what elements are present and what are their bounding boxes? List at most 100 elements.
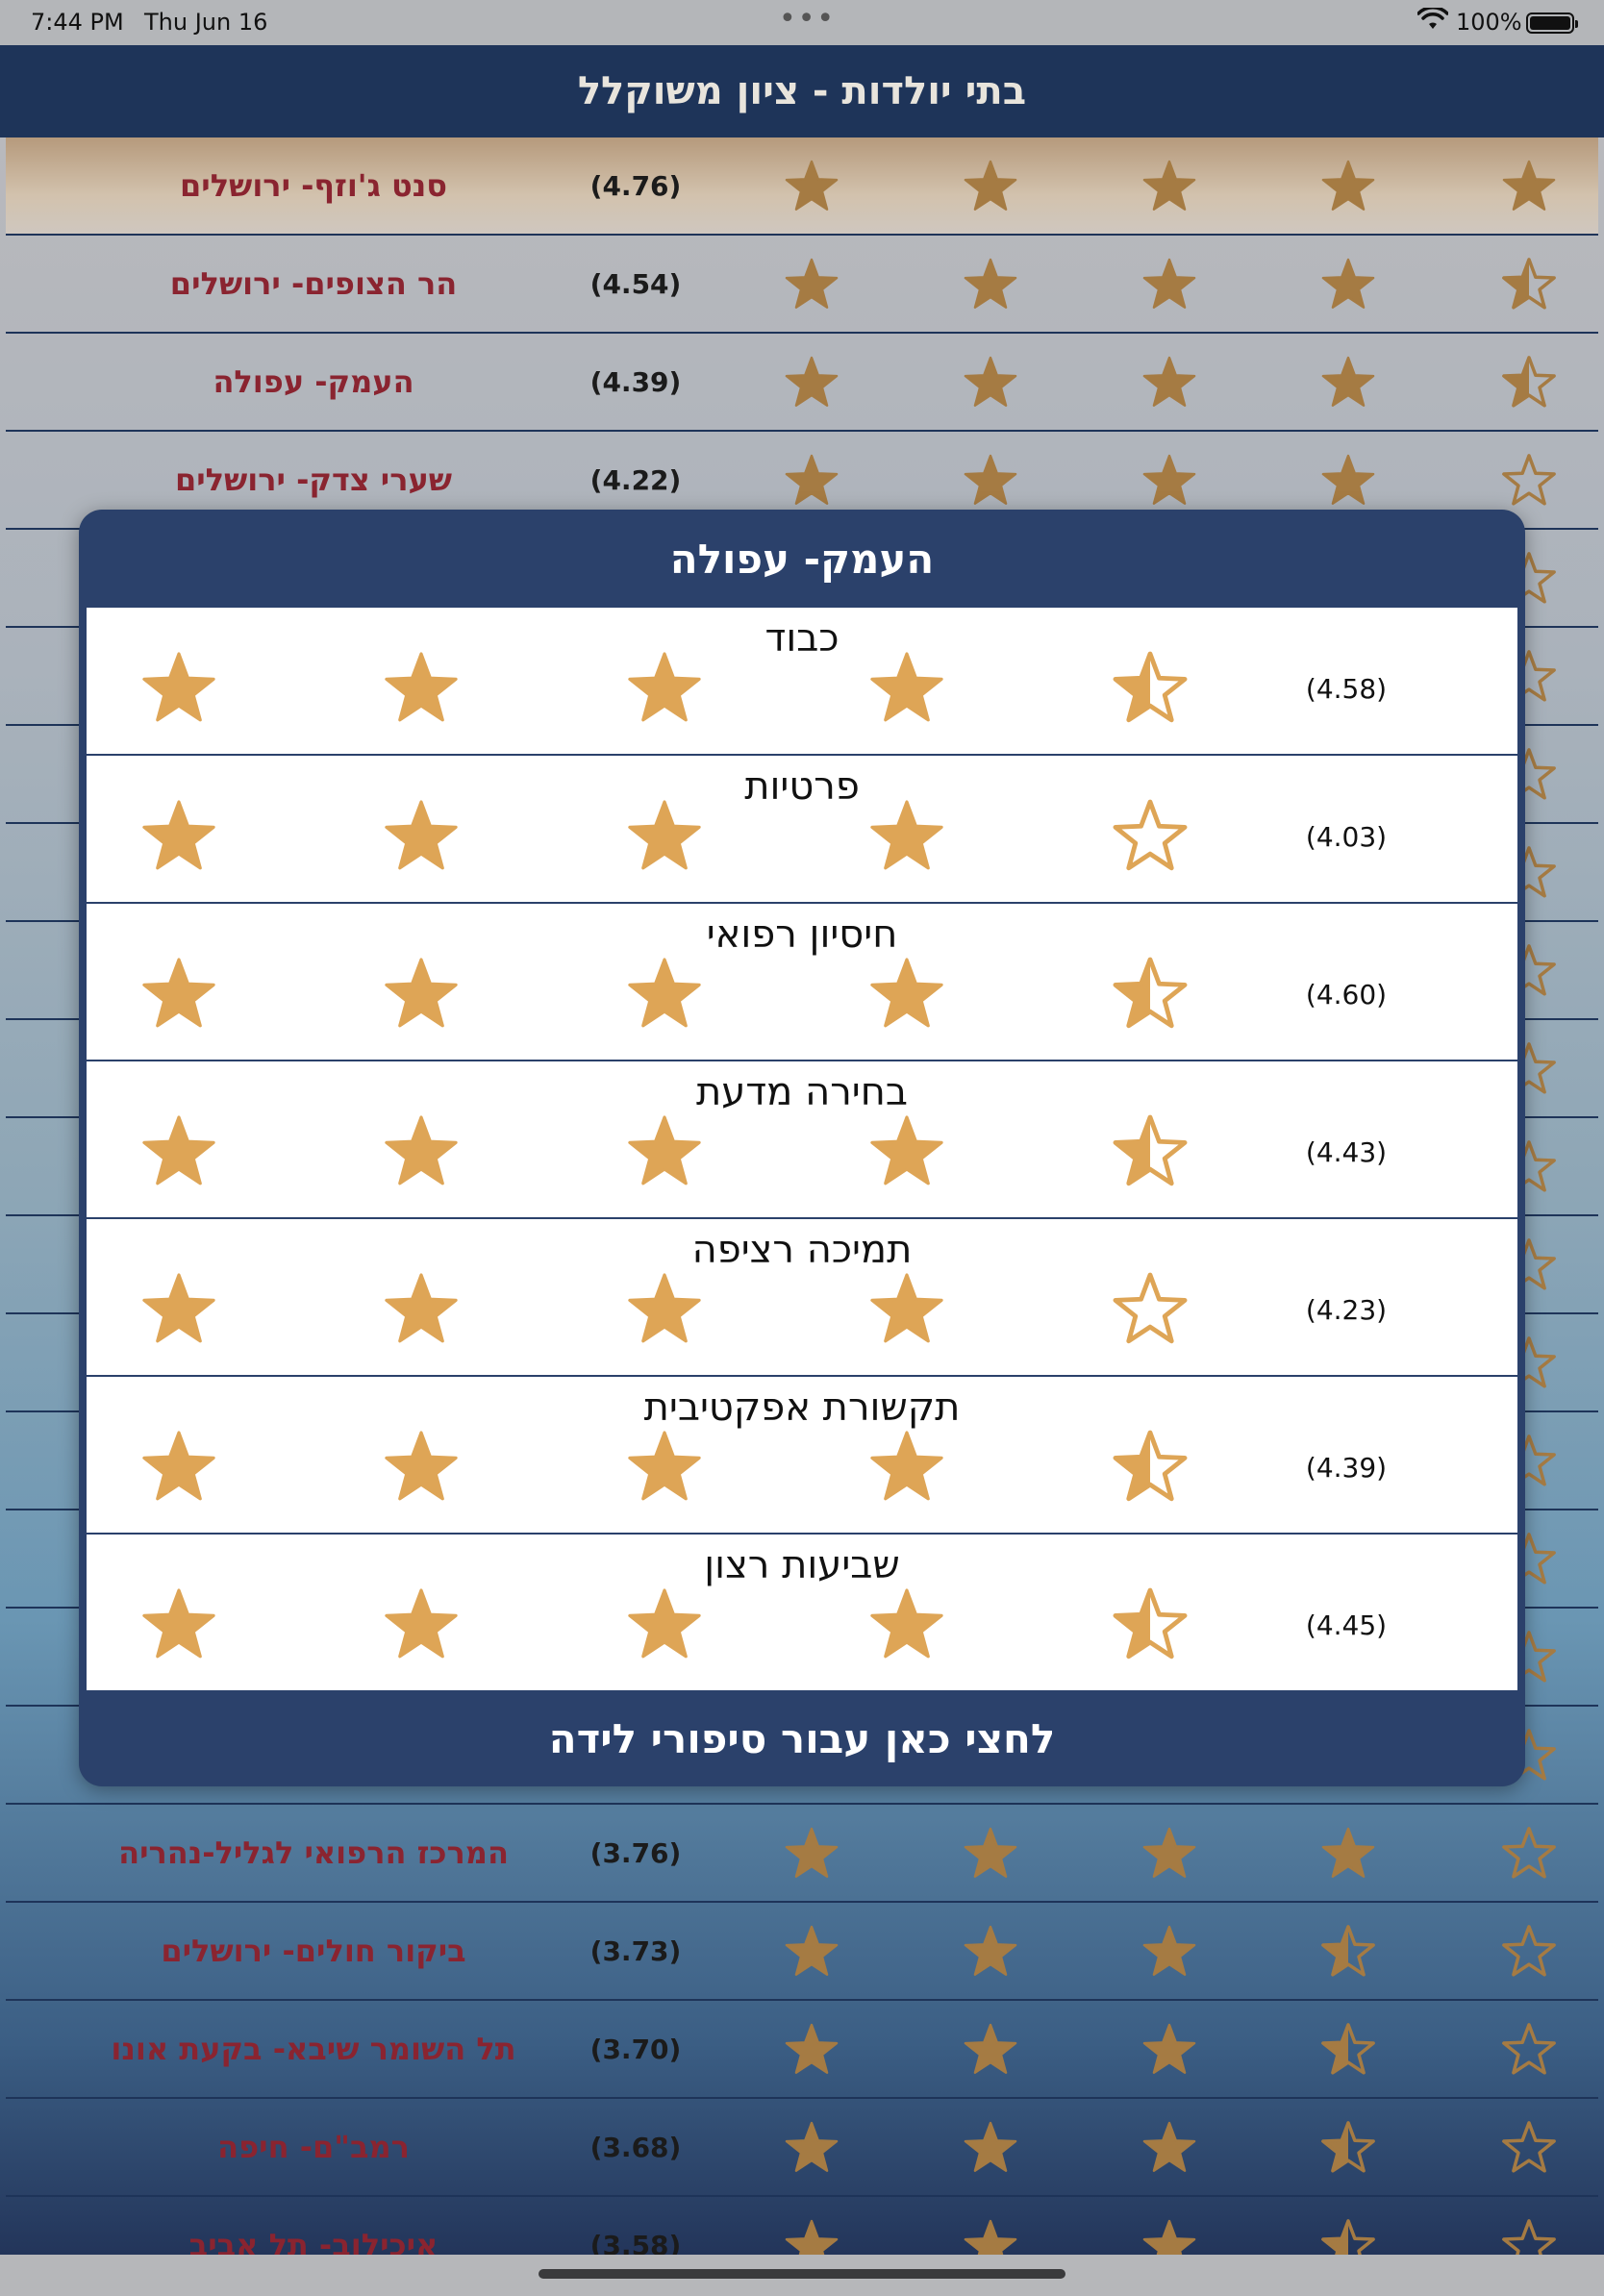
hospital-row[interactable]: (3.73) ביקור חולים- ירושלים [6, 1903, 1598, 2001]
star-filled-icon [1142, 2121, 1196, 2172]
hospital-name[interactable]: ביקור חולים- ירושלים [44, 1903, 583, 1999]
criterion-score: (4.58) [1305, 672, 1388, 705]
hospital-score: (4.76) [589, 169, 682, 202]
star-filled-icon [628, 652, 701, 722]
star-filled-icon [142, 1431, 215, 1501]
status-date: Thu Jun 16 [144, 9, 268, 36]
star-half-icon [1321, 2023, 1375, 2075]
hospital-row[interactable]: (4.76) סנט ג'וזף- ירושלים [6, 137, 1598, 236]
star-filled-icon [1142, 356, 1196, 407]
star-filled-icon [385, 1115, 458, 1185]
hospital-score: (4.39) [589, 365, 682, 398]
criterion-label: חיסיון רפואי [706, 912, 898, 957]
star-filled-icon [1142, 258, 1196, 309]
star-filled-icon [1321, 258, 1375, 309]
star-half-icon [1113, 1587, 1188, 1660]
star-filled-icon [870, 958, 943, 1028]
star-filled-icon [964, 356, 1017, 407]
star-filled-icon [1321, 160, 1375, 211]
star-filled-icon [385, 652, 458, 722]
star-half-icon [1113, 651, 1188, 723]
criterion-row: תקשורת אפקטיבית (4.39) [87, 1377, 1517, 1535]
app-header: בתי יולדות - ציון משוקלל [0, 45, 1604, 137]
star-empty-icon [1502, 1827, 1556, 1879]
star-filled-icon [785, 356, 839, 407]
hospital-name[interactable]: העמק- עפולה [44, 334, 583, 430]
status-bar: 7:44 PM Thu Jun 16 ••• 100% [0, 0, 1604, 45]
hospital-name[interactable]: המרכז הרפואי לגליל-נהריה [44, 1805, 583, 1901]
star-empty-icon [1502, 454, 1556, 506]
star-filled-icon [628, 1588, 701, 1659]
star-filled-icon [870, 1273, 943, 1343]
star-filled-icon [964, 258, 1017, 309]
star-empty-icon [1502, 1925, 1556, 1977]
star-filled-icon [1142, 2023, 1196, 2074]
star-filled-icon [1142, 1827, 1196, 1878]
star-half-icon [1321, 2121, 1375, 2173]
hospital-score: (3.76) [589, 1836, 682, 1869]
star-filled-icon [385, 1273, 458, 1343]
criterion-label: פרטיות [744, 764, 860, 809]
star-filled-icon [142, 1273, 215, 1343]
star-half-icon [1113, 957, 1188, 1029]
star-filled-icon [785, 1827, 839, 1878]
criterion-row: חיסיון רפואי (4.60) [87, 904, 1517, 1061]
star-filled-icon [785, 1925, 839, 1976]
hospital-score: (4.54) [589, 267, 682, 300]
star-filled-icon [385, 800, 458, 870]
star-filled-icon [142, 800, 215, 870]
criterion-score: (4.23) [1305, 1293, 1388, 1326]
star-filled-icon [1142, 454, 1196, 505]
star-filled-icon [870, 1588, 943, 1659]
page-title: בתי יולדות - ציון משוקלל [577, 69, 1027, 113]
star-filled-icon [385, 1588, 458, 1659]
star-empty-icon [1113, 799, 1188, 871]
star-filled-icon [628, 1273, 701, 1343]
criterion-score: (4.39) [1305, 1451, 1388, 1484]
hospital-name[interactable]: הר הצופים- ירושלים [44, 236, 583, 332]
criterion-label: תקשורת אפקטיבית [643, 1385, 961, 1430]
star-filled-icon [870, 652, 943, 722]
star-filled-icon [1321, 454, 1375, 505]
star-filled-icon [142, 958, 215, 1028]
star-filled-icon [785, 2023, 839, 2074]
criteria-panel: כבוד (4.58) פרטיות (4.03) חיסיון רפואי (4.6… [87, 608, 1517, 1692]
star-filled-icon [964, 1827, 1017, 1878]
hospital-row[interactable]: (4.39) העמק- עפולה [6, 334, 1598, 432]
star-filled-icon [1142, 1925, 1196, 1976]
criterion-label: שביעות רצון [704, 1543, 900, 1587]
hospital-detail-popup: העמק- עפולה כבוד (4.58) פרטיות (4.03) חיסיו… [79, 510, 1525, 1786]
criterion-row: תמיכה רציפה (4.23) [87, 1219, 1517, 1377]
star-filled-icon [628, 958, 701, 1028]
hospital-name[interactable]: תל השומר שיבא- בקעת אונו [44, 2001, 583, 2097]
star-filled-icon [785, 454, 839, 505]
criterion-label: כבוד [764, 616, 840, 661]
star-filled-icon [785, 160, 839, 211]
hospital-row[interactable]: (4.54) הר הצופים- ירושלים [6, 236, 1598, 334]
criterion-score: (4.03) [1305, 820, 1388, 853]
star-half-icon [1502, 258, 1556, 310]
star-filled-icon [1502, 160, 1556, 211]
hospital-row[interactable]: (3.70) תל השומר שיבא- בקעת אונו [6, 2001, 1598, 2099]
hospital-row[interactable]: (3.76) המרכז הרפואי לגליל-נהריה [6, 1805, 1598, 1903]
star-filled-icon [785, 2121, 839, 2172]
star-filled-icon [142, 1588, 215, 1659]
multitasking-dots[interactable]: ••• [779, 2, 836, 36]
hospital-score: (3.68) [589, 2131, 682, 2163]
star-filled-icon [964, 1925, 1017, 1976]
home-indicator[interactable] [539, 2269, 1065, 2279]
star-filled-icon [870, 1115, 943, 1185]
criterion-row: כבוד (4.58) [87, 608, 1517, 756]
birth-stories-button[interactable]: לחצי כאן עבור סיפורי לידה [79, 1690, 1525, 1786]
criterion-row: שביעות רצון (4.45) [87, 1535, 1517, 1692]
star-filled-icon [385, 958, 458, 1028]
star-filled-icon [628, 1431, 701, 1501]
wifi-icon [1417, 8, 1448, 29]
hospital-row[interactable]: (3.68) רמב"ם- חיפה [6, 2099, 1598, 2197]
star-filled-icon [870, 800, 943, 870]
star-filled-icon [628, 800, 701, 870]
hospital-name[interactable]: סנט ג'וזף- ירושלים [44, 137, 583, 234]
star-empty-icon [1502, 2023, 1556, 2075]
hospital-name[interactable]: רמב"ם- חיפה [44, 2099, 583, 2195]
star-empty-icon [1502, 2121, 1556, 2173]
